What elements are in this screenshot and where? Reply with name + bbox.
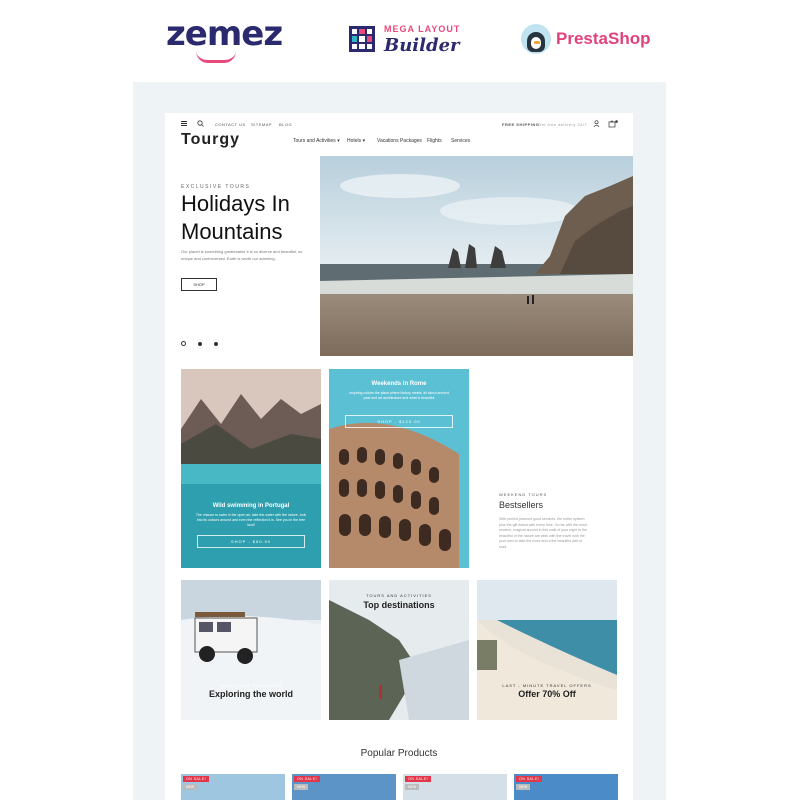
tile-rome[interactable]: Weekends in Rome Inspiring culture the p… (329, 369, 469, 568)
portugal-title: Wild swimming in Portugal (212, 503, 290, 509)
top-link-contact[interactable]: CONTACT US (215, 122, 246, 127)
offers-title: Offer 70% Off (518, 689, 576, 699)
free-shipping-label: FREE SHIPPING (502, 122, 540, 127)
shipping-note: Get free delivery 24/7 (538, 122, 588, 127)
slider-dot-1[interactable] (181, 341, 186, 346)
destinations-eyebrow: TOURS AND ACTIVITIES (366, 593, 432, 598)
vacations-eyebrow: VACATIONS PACKAGES (219, 683, 283, 688)
store-logo[interactable]: Tourgy (181, 131, 240, 149)
top-link-sitemap[interactable]: SITEMAP (251, 122, 272, 127)
on-sale-badge: ON SALE! (516, 776, 543, 782)
bestsellers-eyebrow: WEEKEND TOURS (499, 492, 548, 497)
slider-dot-3[interactable] (214, 342, 218, 346)
nav-hotels[interactable]: Hotels ▾ (347, 138, 365, 144)
hero-beach-image (320, 156, 633, 356)
hero-description: Our planet is something greatenable it i… (181, 249, 303, 261)
menu-icon-bar (181, 123, 187, 124)
coast-image (477, 580, 617, 720)
portugal-shop-button[interactable]: SHOP - $80.00 (197, 535, 305, 548)
portugal-text: The chance to swim in the open air, take… (195, 513, 307, 527)
new-badge: NEW (405, 784, 420, 790)
jeep-image (181, 580, 321, 720)
on-sale-badge: ON SALE! (183, 776, 210, 782)
tile-destinations[interactable]: TOURS AND ACTIVITIES Top destinations (329, 580, 469, 720)
new-badge: NEW (516, 784, 531, 790)
tile-offers[interactable]: LAST - MINUTE TRAVEL OFFERS Offer 70% Of… (477, 580, 617, 720)
new-badge: NEW (183, 784, 198, 790)
nav-services[interactable]: Services (451, 138, 470, 144)
account-icon[interactable] (593, 120, 600, 127)
nav-vacations[interactable]: Vacations Packages (377, 138, 422, 144)
product-card[interactable]: ON SALE! NEW (181, 774, 285, 800)
bestsellers-title[interactable]: Bestsellers (499, 500, 543, 510)
prestashop-logo: PrestaShop (556, 29, 651, 48)
product-card[interactable]: ON SALE! NEW (403, 774, 507, 800)
tile-vacations[interactable]: VACATIONS PACKAGES Exploring the world (181, 580, 321, 720)
new-badge: NEW (294, 784, 309, 790)
nav-hotels-label: Hotels (347, 138, 362, 144)
nav-flights[interactable]: Flights (427, 138, 442, 144)
offers-eyebrow: LAST - MINUTE TRAVEL OFFERS (502, 683, 592, 688)
rome-text: Inspiring culture the place where histor… (349, 391, 449, 400)
nav-tours-label: Tours and Activities (293, 138, 336, 144)
product-card[interactable]: ON SALE! NEW (514, 774, 618, 800)
mega-layout-label: MEGA LAYOUT (384, 24, 461, 34)
hero-title: Holidays In Mountains (181, 191, 290, 244)
cart-icon[interactable] (608, 120, 618, 128)
zemez-logo: zemez (166, 14, 283, 54)
product-card[interactable]: ON SALE! NEW (292, 774, 396, 800)
rome-title: Weekends in Rome (371, 381, 427, 387)
zemez-logo-smile (196, 51, 236, 63)
destinations-title: Top destinations (363, 600, 435, 610)
popular-products-heading: Popular Products (360, 748, 438, 759)
tile-portugal[interactable]: Wild swimming in Portugal The chance to … (181, 369, 321, 568)
top-link-blog[interactable]: BLOG (279, 122, 292, 127)
search-icon[interactable] (197, 120, 204, 127)
on-sale-badge: ON SALE! (405, 776, 432, 782)
prestashop-penguin-icon (521, 24, 551, 54)
vacations-title: Exploring the world (208, 689, 293, 699)
slider-dot-2[interactable] (198, 342, 202, 346)
hero-shop-button[interactable]: SHOP (181, 278, 217, 291)
bestsellers-text: With perfect planned good services, the … (499, 517, 587, 549)
nav-tours[interactable]: Tours and Activities ▾ (293, 138, 340, 144)
mega-layout-icon (349, 26, 375, 52)
rome-shop-button[interactable]: SHOP - $120.00 (345, 415, 453, 428)
mega-layout-builder-label: Builder (384, 35, 460, 56)
on-sale-badge: ON SALE! (294, 776, 321, 782)
